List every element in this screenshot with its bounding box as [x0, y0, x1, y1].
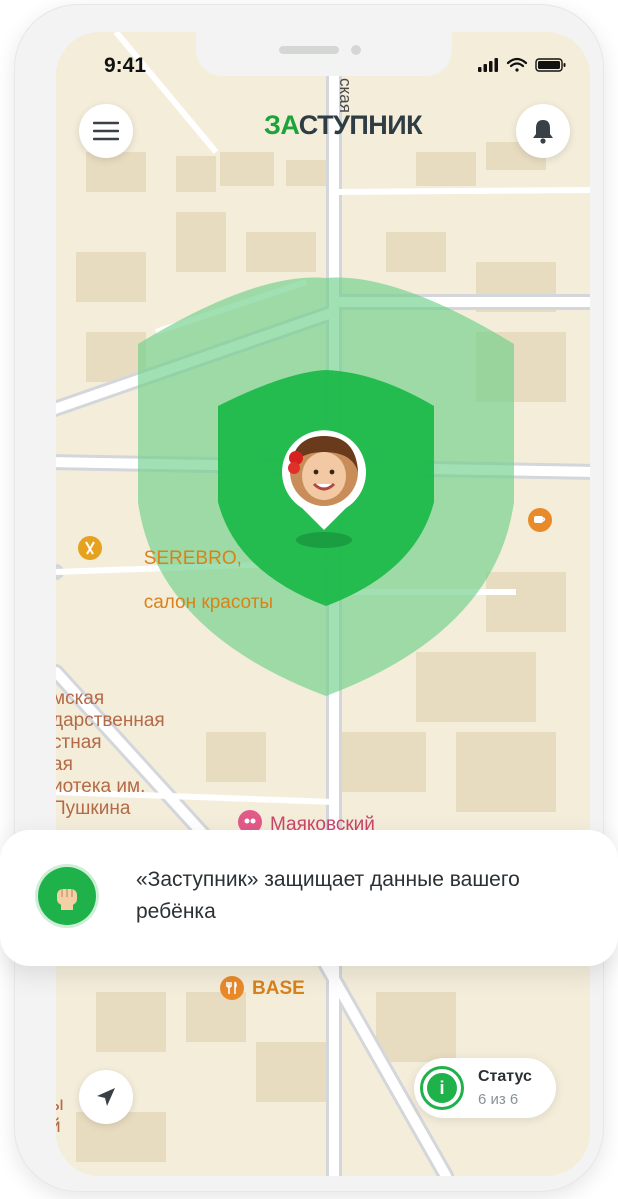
navigation-arrow-icon — [97, 1088, 115, 1106]
info-icon: i — [420, 1066, 464, 1110]
status-title: Статус — [478, 1068, 532, 1085]
salon-label-line2: салон красоты — [143, 592, 274, 613]
bottom-left-label: ы й — [56, 1094, 64, 1137]
notch — [196, 32, 452, 76]
svg-text:ская: ская — [336, 78, 355, 113]
protection-toast[interactable]: «Заступник» защищает данные вашего ребён… — [0, 830, 618, 966]
camera — [351, 45, 361, 55]
menu-button[interactable] — [79, 104, 133, 158]
salon-label-line1: SEREBRO, — [143, 548, 242, 569]
cafe-label: Ко Пр — [562, 498, 590, 608]
restaurant-poi-icon[interactable] — [220, 976, 244, 1000]
toast-message: «Заступник» защищает данные вашего ребён… — [136, 868, 520, 923]
base-label: BASE — [252, 978, 305, 999]
battery-icon — [535, 58, 566, 72]
map-screen[interactable]: ская SEREBRO, салон красоты Ко Пр мская … — [56, 32, 590, 1176]
status-icons — [478, 56, 570, 79]
status-widget[interactable]: i Статус 6 из 6 — [414, 1058, 556, 1118]
speaker — [279, 46, 339, 54]
logo-accent: ЗА — [264, 110, 299, 140]
wifi-icon — [506, 57, 528, 72]
phone-frame: ская SEREBRO, салон красоты Ко Пр мская … — [14, 4, 604, 1192]
status-value: 6 из 6 — [478, 1091, 519, 1108]
notifications-button[interactable] — [516, 104, 570, 158]
bell-icon — [533, 120, 553, 144]
raised-fist-icon — [38, 867, 96, 925]
cellular-signal-icon — [478, 58, 498, 72]
salon-poi-icon[interactable] — [78, 536, 102, 560]
hamburger-icon — [93, 121, 119, 141]
app-logo: ЗАСТУПНИК — [264, 110, 423, 141]
salon-label: SEREBRO, салон красоты — [112, 526, 273, 636]
logo-rest: СТУПНИК — [298, 110, 423, 140]
status-time: 9:41 — [104, 54, 147, 77]
cafe-poi-icon[interactable] — [528, 508, 552, 532]
locate-button[interactable] — [79, 1070, 133, 1124]
library-label: мская дарственная стная ая иотека им. Пу… — [56, 688, 165, 819]
